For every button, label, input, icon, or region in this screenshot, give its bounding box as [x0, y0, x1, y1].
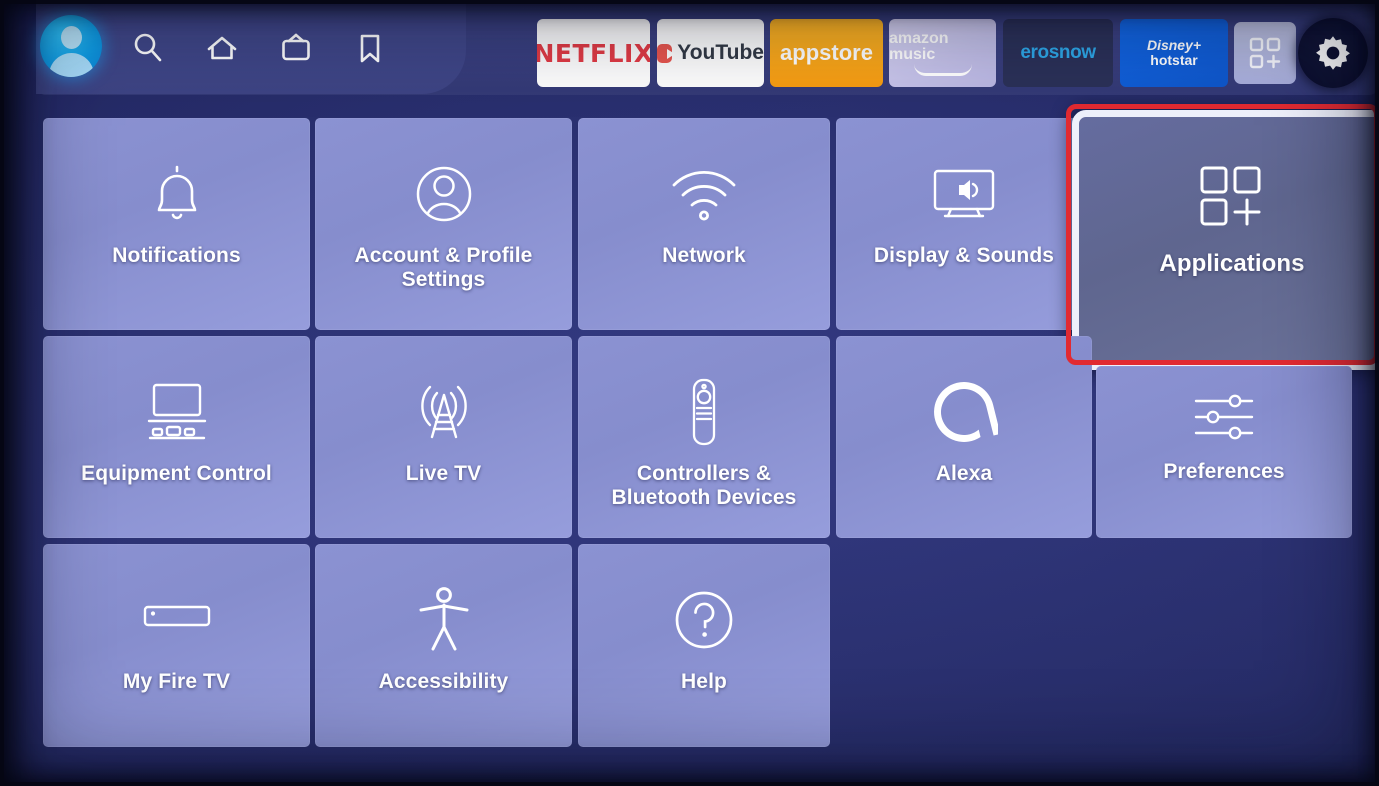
- settings-tile-live-tv[interactable]: Live TV: [315, 336, 572, 538]
- app-shortcut-eros-now[interactable]: erosnow: [1003, 19, 1113, 87]
- alexa-ring-icon: [930, 376, 998, 448]
- settings-tile-controllers-bluetooth-devices[interactable]: Controllers & Bluetooth Devices: [578, 336, 830, 538]
- settings-tile-network[interactable]: Network: [578, 118, 830, 330]
- settings-tile-alexa[interactable]: Alexa: [836, 336, 1092, 538]
- settings-tile-my-fire-tv[interactable]: My Fire TV: [43, 544, 310, 747]
- settings-tile-label: Notifications: [112, 244, 241, 267]
- bell-icon: [144, 158, 210, 230]
- disney-plus-label: Disney+: [1146, 37, 1202, 54]
- eros-now-label: erosnow: [1020, 42, 1096, 63]
- app-shortcut-netflix[interactable]: NETFLIX: [537, 19, 650, 87]
- avatar-body: [49, 53, 94, 77]
- hotstar-label: hotstar: [1150, 52, 1198, 68]
- appstore-label: appstore: [780, 40, 873, 65]
- settings-tile-label: Alexa: [935, 462, 993, 485]
- settings-tile-label: Equipment Control: [81, 462, 272, 485]
- app-shortcut-disney-hotstar[interactable]: Disney+ hotstar: [1120, 19, 1228, 87]
- netflix-label: NETFLIX: [537, 38, 650, 68]
- settings-tile-display-sounds[interactable]: Display & Sounds: [836, 118, 1092, 330]
- settings-tile-equipment-control[interactable]: Equipment Control: [43, 336, 310, 538]
- display-sound-icon: [927, 158, 1001, 230]
- amazon-music-label: amazon music: [889, 29, 949, 63]
- settings-gear-button[interactable]: [1298, 18, 1368, 88]
- app-grid-plus-icon: [1196, 161, 1268, 233]
- settings-tile-applications[interactable]: Applications: [1072, 110, 1379, 370]
- settings-tile-label: My Fire TV: [122, 670, 231, 693]
- settings-tile-notifications[interactable]: Notifications: [43, 118, 310, 330]
- amazon-smile-icon: [913, 64, 972, 76]
- antenna-icon: [410, 376, 478, 448]
- settings-tile-label: Accessibility: [378, 670, 509, 693]
- youtube-label: YouTube: [677, 41, 764, 64]
- fire-tv-stick-icon: [141, 592, 213, 640]
- home-icon[interactable]: [202, 28, 242, 68]
- fire-tv-settings-screen: NETFLIX YouTube appstore amazon music er…: [0, 0, 1379, 786]
- settings-tile-label: Applications: [1159, 250, 1305, 277]
- settings-tile-label: Network: [662, 244, 746, 267]
- gear-icon: [1316, 36, 1350, 70]
- monitor-keyboard-icon: [142, 376, 212, 448]
- settings-tile-label: Help: [681, 670, 727, 693]
- avatar-head: [61, 26, 82, 49]
- accessibility-person-icon: [413, 584, 475, 656]
- settings-tile-preferences[interactable]: Preferences: [1096, 366, 1352, 538]
- search-icon[interactable]: [128, 28, 168, 68]
- profile-avatar[interactable]: [40, 15, 102, 77]
- wifi-icon: [665, 158, 743, 230]
- settings-tile-account-profile-settings[interactable]: Account & Profile Settings: [315, 118, 572, 330]
- question-circle-icon: [670, 584, 738, 656]
- settings-tile-help[interactable]: Help: [578, 544, 830, 747]
- person-circle-icon: [409, 158, 479, 230]
- app-shortcut-amazon-music[interactable]: amazon music: [889, 19, 996, 87]
- app-shortcut-youtube[interactable]: YouTube: [657, 19, 764, 87]
- bookmark-icon[interactable]: [350, 28, 390, 68]
- settings-tile-label: Preferences: [1163, 460, 1285, 483]
- settings-tile-label: Account & Profile Settings: [354, 244, 533, 291]
- settings-tile-label: Display & Sounds: [873, 244, 1055, 267]
- settings-tile-label: Live TV: [405, 462, 482, 485]
- live-tv-icon[interactable]: [276, 28, 316, 68]
- youtube-play-icon: [657, 43, 676, 63]
- sliders-icon: [1191, 388, 1257, 446]
- top-navigation-bar: NETFLIX YouTube appstore amazon music er…: [0, 0, 1379, 96]
- settings-tile-accessibility[interactable]: Accessibility: [315, 544, 572, 747]
- settings-tile-grid: Notifications Account & Profile Settings: [0, 96, 1379, 786]
- remote-control-icon: [684, 376, 724, 448]
- app-grid-plus-icon: [1249, 37, 1281, 69]
- app-shortcut-appstore[interactable]: appstore: [770, 19, 883, 87]
- settings-tile-label: Controllers & Bluetooth Devices: [611, 462, 797, 509]
- app-grid-button[interactable]: [1234, 22, 1296, 84]
